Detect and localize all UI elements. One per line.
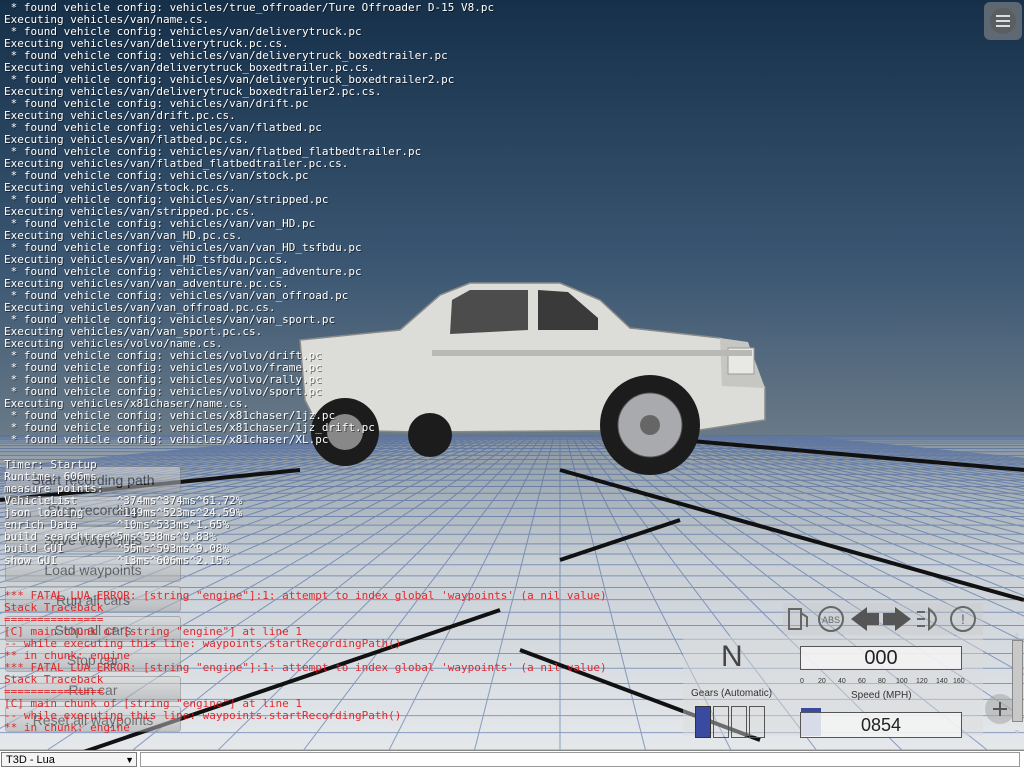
error-line: -- while executing this line: waypoints.… [4,638,402,650]
error-line: [C] main chunk of [string "engine"] at l… [4,626,303,638]
startup-timer-output: Timer: Startup Runtime: 606ms measure poin… [4,459,304,567]
scroll-down-icon[interactable]: ▼ [1011,728,1023,738]
console-line: * found vehicle config: vehicles/volvo/s… [4,386,322,398]
speed-tick: 100 [896,678,908,685]
gear-bars [695,706,767,738]
console-line: Executing vehicles/van/deliverytruck.pc.… [4,38,289,50]
console-line: * found vehicle config: vehicles/volvo/r… [4,374,322,386]
console-line: Executing vehicles/van/van_HD.pc.cs. [4,230,243,242]
console-line: Executing vehicles/van/flatbed_flatbedtr… [4,158,349,170]
console-line: * found vehicle config: vehicles/van/van… [4,218,316,230]
scrollbar-thumb[interactable] [1012,640,1023,722]
timer-line: build searchtree^5ms^538ms^0.83% [4,531,216,543]
console-line: Executing vehicles/van/deliverytruck_box… [4,86,382,98]
console-line: * found vehicle config: vehicles/van/fla… [4,122,322,134]
speed-tick: 0 [800,678,804,685]
speed-tick: 40 [838,678,846,685]
speed-label: Speed (MPH) [851,690,912,701]
timer-line: build GUI ^55ms^593ms^9.08% [4,543,230,555]
error-line: =============== [4,614,104,626]
error-line: Stack Traceback [4,674,104,686]
error-line: =============== [4,686,104,698]
timer-line: VehicleList ^374ms^374ms^61.72% [4,495,243,507]
error-line: [C] main chunk of [string "engine"] at l… [4,698,303,710]
console-line: Executing vehicles/van/flatbed.pc.cs. [4,134,250,146]
error-line: -- while executing this line: waypoints.… [4,710,402,722]
console-line: Executing vehicles/van/name.cs. [4,14,210,26]
console-line: Executing vehicles/van/van_adventure.pc.… [4,278,289,290]
vehicle-hud: N Gears (Automatic) 000 0 20 40 60 80 10… [683,636,983,738]
error-line: *** FATAL LUA ERROR: [string "engine"]:1… [4,662,607,674]
console-line: * found vehicle config: vehicles/van/fla… [4,146,422,158]
console-line: * found vehicle config: vehicles/van/del… [4,50,448,62]
console-line: Executing vehicles/van/van_HD_tsfbdu.pc.… [4,254,289,266]
console-line: * found vehicle config: vehicles/van/sto… [4,170,309,182]
console-line: * found vehicle config: vehicles/volvo/d… [4,350,322,362]
console-line: * found vehicle config: vehicles/van/str… [4,194,329,206]
gears-label: Gears (Automatic) [691,688,773,699]
error-line: Stack Traceback [4,602,104,614]
console-line: Executing vehicles/van/van_offroad.pc.cs… [4,302,276,314]
speed-tick: 20 [818,678,826,685]
console-line: * found vehicle config: vehicles/x81chas… [4,422,375,434]
console-line: * found vehicle config: vehicles/van/del… [4,74,455,86]
timer-line: show GUI ^13ms^606ms^2.15% [4,555,230,567]
console-line: * found vehicle config: vehicles/true_of… [4,2,495,14]
gear-indicator: N [721,640,743,673]
console-line: * found vehicle config: vehicles/x81chas… [4,434,329,446]
console-line: * found vehicle config: vehicles/van/van… [4,314,336,326]
scroll-up-icon[interactable]: ▲ [1011,630,1023,640]
console-line: Executing vehicles/van/stripped.pc.cs. [4,206,256,218]
console-input-bar: T3D - Lua ▼ [0,750,1024,769]
timer-line: Runtime: 606ms [4,471,97,483]
error-line: ** in chunk: engine [4,650,130,662]
svg-text:!: ! [961,611,965,627]
console-line: * found vehicle config: vehicles/van/del… [4,26,362,38]
speed-tick: 80 [878,678,886,685]
console-context-select[interactable]: T3D - Lua ▼ [1,752,137,767]
console-line: Executing vehicles/x81chaser/name.cs. [4,398,250,410]
console-line: Executing vehicles/van/drift.pc.cs. [4,110,236,122]
console-line: Executing vehicles/volvo/name.cs. [4,338,223,350]
speed-tick: 120 [916,678,928,685]
odometer-readout: 0854 [800,712,962,738]
timer-line: json loading ^149ms^523ms^24.59% [4,507,243,519]
console-line: * found vehicle config: vehicles/x81chas… [4,410,336,422]
console-line: * found vehicle config: vehicles/volvo/f… [4,362,322,374]
console-scrollbar[interactable]: ▲ ▼ [1010,0,1024,750]
console-line: Executing vehicles/van/stock.pc.cs. [4,182,236,194]
console-line: * found vehicle config: vehicles/van/van… [4,290,349,302]
svg-text:ABS: ABS [822,615,840,625]
console-command-input[interactable] [140,752,1020,767]
speed-tick: 60 [858,678,866,685]
console-line: Executing vehicles/van/deliverytruck_box… [4,62,375,74]
console-line: Executing vehicles/van/van_sport.pc.cs. [4,326,263,338]
timer-line: measure points: [4,483,104,495]
speed-tick: 160 [953,678,965,685]
speed-readout: 000 [800,646,962,670]
timer-line: enrich Data ^10ms^533ms^1.65% [4,519,230,531]
speed-tick: 140 [936,678,948,685]
console-output: * found vehicle config: vehicles/true_of… [4,2,1004,446]
console-context-value: T3D - Lua [6,754,55,766]
error-line: *** FATAL LUA ERROR: [string "engine"]:1… [4,590,607,602]
timer-line: Timer: Startup [4,459,97,471]
chevron-down-icon: ▼ [125,755,134,765]
error-line: ** in chunk: engine [4,722,130,734]
console-line: * found vehicle config: vehicles/van/dri… [4,98,309,110]
lua-error-output: *** FATAL LUA ERROR: [string "engine"]:1… [4,590,704,734]
dashboard-icons: ABS ! [783,603,983,635]
console-line: * found vehicle config: vehicles/van/van… [4,266,362,278]
console-line: * found vehicle config: vehicles/van/van… [4,242,362,254]
